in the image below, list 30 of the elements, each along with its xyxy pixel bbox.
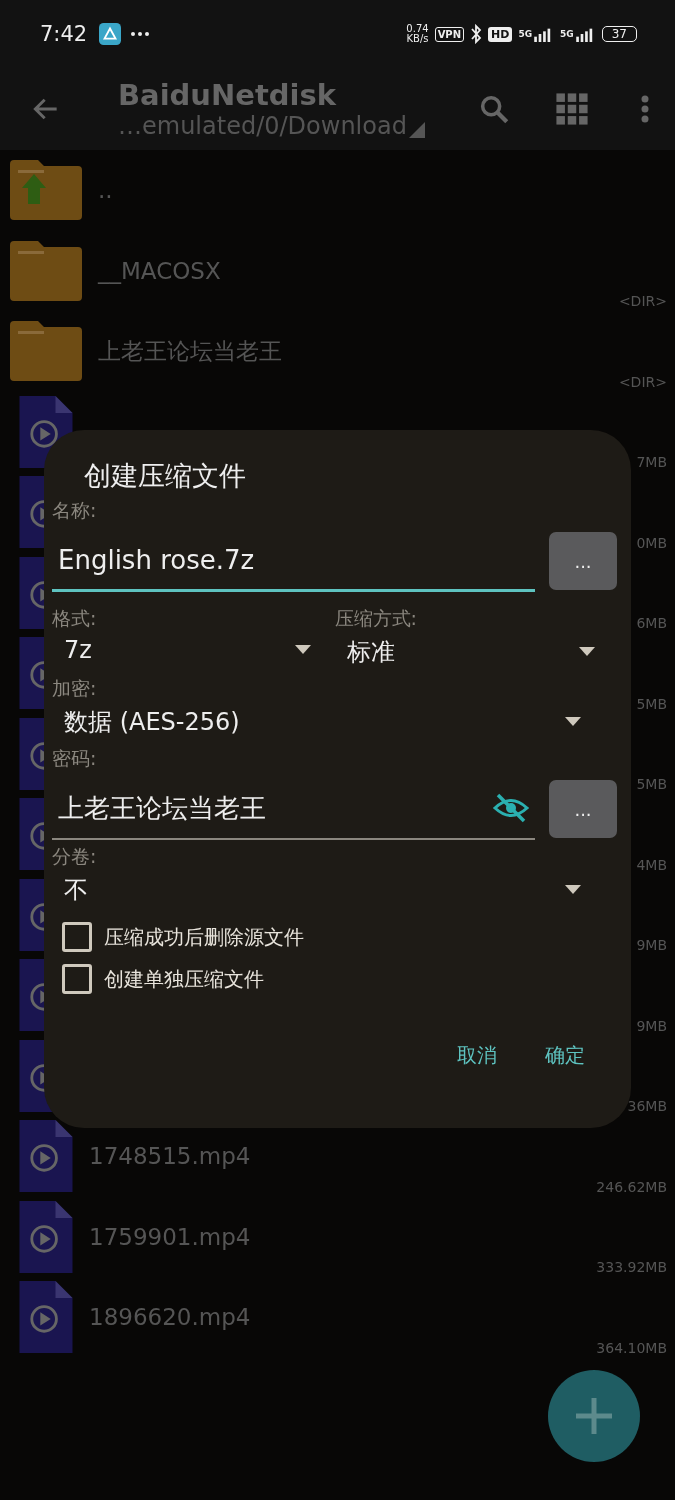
- file-size: 4MB: [636, 856, 667, 873]
- clock-time: 7:42: [40, 22, 88, 46]
- file-size: 6MB: [636, 615, 667, 631]
- field-label: 密码:: [52, 746, 97, 771]
- dialog-title: 创建压缩文件: [84, 459, 246, 493]
- field-label: 压缩方式:: [334, 606, 417, 631]
- hd-indicator: HD: [488, 26, 513, 42]
- field-label: 名称:: [52, 498, 97, 523]
- file-size: 0MB: [636, 534, 667, 551]
- battery-indicator: 37: [601, 26, 637, 42]
- speed-unit: KB/s: [406, 34, 429, 44]
- signal-label: 5G: [518, 29, 533, 39]
- file-size: 364.10MB: [596, 1339, 667, 1356]
- file-size: 246.62MB: [596, 1178, 667, 1195]
- network-speed: 0.74: [406, 24, 429, 34]
- file-size: 36MB: [627, 1098, 667, 1114]
- file-size: 9MB: [636, 1017, 667, 1034]
- file-size: <DIR>: [618, 293, 667, 309]
- folder-title: BaiduNetdisk: [118, 78, 338, 112]
- file-size: 5MB: [636, 776, 667, 792]
- file-size: 7MB: [636, 454, 667, 470]
- field-label: 格式:: [52, 606, 97, 631]
- vpn-indicator: VPN: [434, 26, 465, 42]
- field-label: 分卷:: [52, 844, 97, 869]
- file-size: 333.92MB: [596, 1259, 667, 1275]
- signal-label: 5G: [560, 29, 574, 39]
- file-size: <DIR>: [618, 373, 667, 390]
- field-label: 加密:: [52, 676, 97, 701]
- file-size: 9MB: [636, 937, 667, 953]
- file-size: 5MB: [636, 695, 667, 712]
